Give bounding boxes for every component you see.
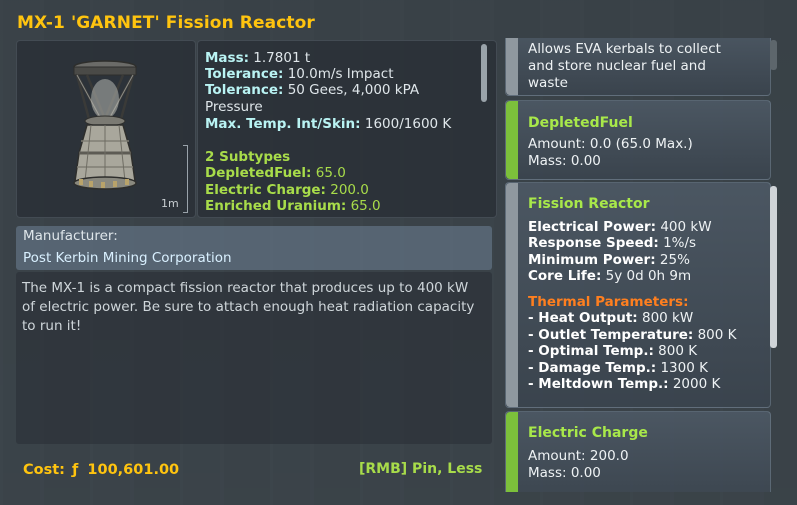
reactor-electrical-power: Electrical Power: 400 kW [528, 218, 712, 235]
module-scrollbar-track[interactable] [770, 40, 777, 70]
manufacturer-label: Manufacturer: [23, 228, 118, 244]
thermal-heat-output: - Heat Output: 800 kW [528, 310, 694, 326]
cost-label: Cost: [23, 462, 65, 478]
stat-tolerance-gees: Tolerance: 50 Gees, 4,000 kPA [205, 82, 420, 98]
card-edge [506, 101, 518, 179]
thermal-parameters-heading: Thermal Parameters: [528, 293, 689, 310]
cost-value: 100,601.00 [87, 462, 180, 478]
funds-icon: ƒ [72, 462, 79, 478]
module-scrollbar-thumb[interactable] [770, 186, 777, 348]
part-title: MX-1 'GARNET' Fission Reactor [17, 13, 315, 33]
module-line: Allows EVA kerbals to collect [528, 41, 721, 57]
part-thumbnail-panel [16, 40, 196, 218]
manufacturer-value: Post Kerbin Mining Corporation [23, 250, 232, 266]
module-card-fission-reactor: Fission Reactor Electrical Power: 400 kW… [505, 182, 771, 408]
thermal-damage-temp: - Damage Temp.: 1300 K [528, 359, 708, 376]
thermal-optimal-temp: - Optimal Temp.: 800 K [528, 343, 698, 359]
reactor-part-icon [73, 60, 137, 190]
scale-bar [183, 145, 188, 213]
stat-max-temp: Max. Temp. Int/Skin: 1600/1600 K [205, 116, 452, 132]
module-title: Fission Reactor [528, 196, 650, 212]
reactor-response-speed: Response Speed: 1%/s [528, 235, 697, 251]
stat-electric-charge: Electric Charge: 200.0 [205, 182, 369, 198]
card-edge [506, 412, 518, 492]
module-title: DepletedFuel [528, 115, 633, 131]
part-description: The MX-1 is a compact fission reactor th… [22, 280, 475, 334]
module-card-electric-charge: Electric Charge Amount: 200.0 Mass: 0.00 [505, 411, 771, 492]
thermal-meltdown-temp: - Meltdown Temp.: 2000 K [528, 376, 721, 392]
scale-label: 1m [161, 197, 179, 210]
reactor-core-life: Core Life: 5y 0d 0h 9m [528, 268, 692, 284]
stat-depleted-fuel: DepletedFuel: 65.0 [205, 165, 346, 181]
card-edge [506, 183, 518, 407]
stat-tolerance-gees-cont: Pressure [205, 99, 263, 115]
module-amount: Amount: 200.0 [528, 448, 629, 464]
module-mass: Mass: 0.00 [528, 465, 601, 481]
module-line: and store nuclear fuel and [528, 58, 706, 74]
thermal-outlet-temp: - Outlet Temperature: 800 K [528, 326, 737, 343]
module-title: Electric Charge [528, 425, 648, 441]
module-amount: Amount: 0.0 (65.0 Max.) [528, 136, 693, 152]
stat-enriched-uranium: Enriched Uranium: 65.0 [205, 198, 381, 214]
stat-subtypes: 2 Subtypes [205, 149, 291, 165]
stats-scrollbar[interactable] [481, 44, 487, 102]
module-card-eva-fuel: Allows EVA kerbals to collect and store … [505, 38, 771, 96]
part-info-window: MX-1 'GARNET' Fission Reactor 1m Mass: 1… [0, 0, 797, 505]
stat-tolerance-impact: Tolerance: 10.0m/s Impact [205, 66, 394, 82]
reactor-minimum-power: Minimum Power: 25% [528, 251, 690, 268]
module-card-depleted-fuel: DepletedFuel Amount: 0.0 (65.0 Max.) Mas… [505, 100, 771, 180]
stat-mass: Mass: 1.7801 t [205, 50, 311, 66]
module-line: waste [528, 75, 568, 91]
cost-display: Cost: ƒ 100,601.00 [23, 462, 179, 478]
card-edge [506, 38, 518, 95]
pin-hint: [RMB] Pin, Less [359, 461, 483, 477]
module-list[interactable]: Allows EVA kerbals to collect and store … [505, 38, 785, 492]
module-mass: Mass: 0.00 [528, 153, 601, 169]
